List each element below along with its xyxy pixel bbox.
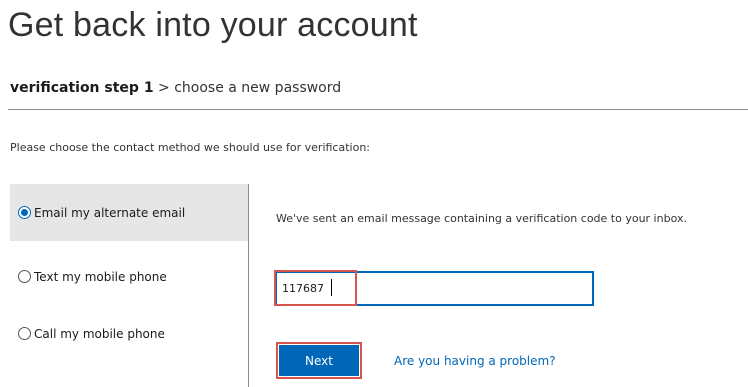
- page-title: Get back into your account: [8, 6, 418, 44]
- next-highlight-box: Next: [276, 342, 362, 379]
- radio-selected-icon[interactable]: [18, 206, 31, 219]
- verification-code-value: 117687: [282, 282, 324, 295]
- method-label: Text my mobile phone: [34, 269, 167, 284]
- radio-unselected-icon[interactable]: [18, 270, 31, 283]
- instruction-text: Please choose the contact method we shou…: [10, 141, 370, 154]
- radio-unselected-icon[interactable]: [18, 327, 31, 340]
- verification-message: We've sent an email message containing a…: [276, 212, 687, 225]
- method-label: Email my alternate email: [34, 205, 186, 220]
- method-label: Call my mobile phone: [34, 326, 165, 341]
- breadcrumb-separator: >: [158, 80, 170, 96]
- problem-link[interactable]: Are you having a problem?: [394, 354, 556, 368]
- breadcrumb-current-step: verification step 1: [10, 80, 154, 96]
- method-text-mobile[interactable]: Text my mobile phone: [10, 248, 248, 305]
- next-button[interactable]: Next: [279, 345, 359, 376]
- verification-code-input[interactable]: 117687: [275, 271, 594, 306]
- breadcrumb-next-step: choose a new password: [174, 80, 342, 96]
- method-email-alternate[interactable]: Email my alternate email: [10, 184, 248, 241]
- method-call-mobile[interactable]: Call my mobile phone: [10, 305, 248, 362]
- breadcrumb: verification step 1 > choose a new passw…: [10, 80, 341, 96]
- text-caret: [331, 279, 332, 296]
- contact-method-list: Email my alternate email Text my mobile …: [10, 184, 249, 387]
- breadcrumb-divider: [8, 109, 748, 110]
